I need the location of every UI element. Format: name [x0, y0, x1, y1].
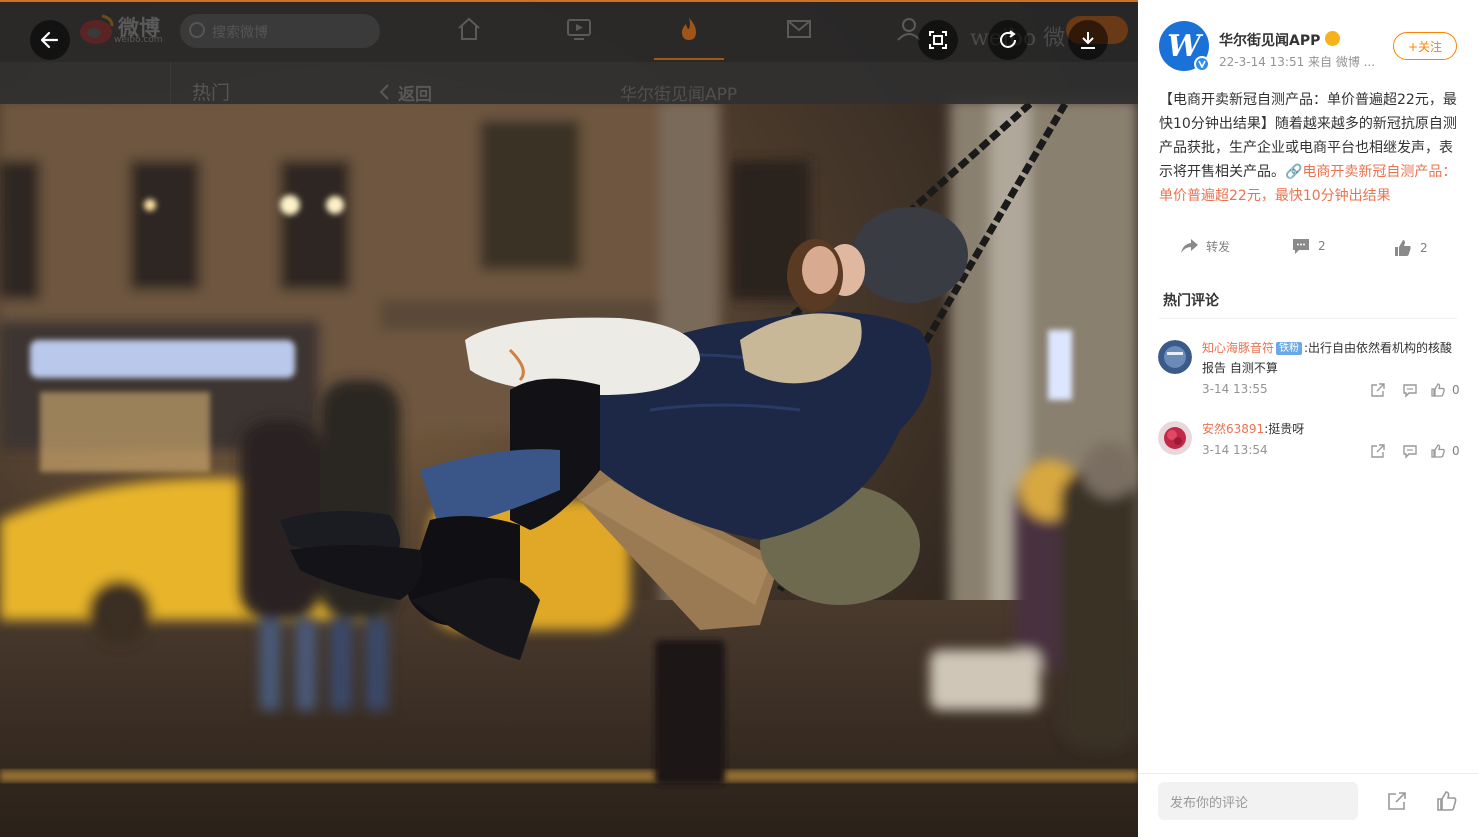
comment-count: 2: [1318, 239, 1326, 253]
background-mail-icon: [787, 20, 811, 38]
fan-badge: 铁粉: [1276, 342, 1303, 355]
repost-icon: [1181, 239, 1198, 253]
background-logo-sub: weibo.com: [114, 35, 163, 45]
share-icon[interactable]: [1386, 790, 1408, 812]
commenter-avatar[interactable]: [1158, 421, 1192, 455]
like-count: 2: [1420, 241, 1428, 255]
repost-label: 转发: [1206, 239, 1231, 254]
comment-input[interactable]: 发布你的评论: [1158, 782, 1358, 820]
background-back-chevron-icon: [379, 84, 389, 100]
follow-button[interactable]: +关注: [1393, 32, 1457, 60]
background-divider: [170, 62, 171, 104]
comment-text-block: 安然63891:挺贵呀: [1202, 419, 1458, 439]
user-name[interactable]: 华尔街见闻APP: [1219, 30, 1320, 50]
background-home-icon: [458, 17, 480, 40]
thumbs-up-icon[interactable]: [1430, 382, 1446, 398]
thumbs-up-icon[interactable]: [1430, 443, 1446, 459]
fan-emoji-icon: [1325, 31, 1340, 46]
repost-button[interactable]: 转发: [1178, 228, 1230, 264]
background-search-icon: [189, 22, 205, 38]
like-button[interactable]: 2: [1392, 230, 1428, 266]
back-arrow-icon: [40, 31, 59, 49]
comment-input-bar: 发布你的评论: [1138, 773, 1478, 837]
rotate-button[interactable]: [988, 20, 1028, 60]
post-actions: 转发 2 2: [1138, 228, 1478, 264]
hot-comments-title: 热门评论: [1163, 293, 1219, 309]
comment-button[interactable]: 2: [1290, 228, 1326, 264]
verified-badge-icon: [1194, 56, 1210, 72]
back-button[interactable]: [30, 20, 70, 60]
background-video-icon: [567, 19, 591, 40]
fullscreen-icon: [929, 31, 947, 49]
background-page-title: 华尔街见闻APP: [620, 85, 738, 105]
commenter-name[interactable]: 安然63891: [1202, 422, 1264, 436]
background-back-label: 返回: [398, 85, 432, 105]
commenter-name[interactable]: 知心海豚音符: [1202, 341, 1274, 355]
comment-time: 3-14 13:55: [1202, 382, 1268, 396]
fullscreen-button[interactable]: [918, 20, 958, 60]
post-meta: 22-3-14 13:51 来自 微博 ...: [1219, 55, 1376, 69]
post-text: 【电商开卖新冠自测产品：单价普遍超22元，最快10分钟出结果】随着越来越多的新冠…: [1159, 88, 1459, 208]
background-hot-icon: [682, 18, 696, 40]
share-icon[interactable]: [1370, 382, 1386, 398]
image-viewer: 微博 weibo.com 搜索微博 weibo 微 热门 返回: [0, 0, 1138, 837]
download-button[interactable]: [1068, 20, 1108, 60]
comment-actions: 0: [1370, 443, 1460, 459]
post-panel: W 华尔街见闻APP 22-3-14 13:51 来自 微博 ... +关注 【…: [1138, 0, 1478, 837]
comment-like-count: 0: [1452, 383, 1460, 397]
comment-text-block: 知心海豚音符 铁粉:出行自由依然看机构的核酸报告 自测不算: [1202, 338, 1458, 378]
divider: [1159, 318, 1457, 319]
comment-icon: [1293, 239, 1309, 254]
thumbs-up-icon: [1395, 240, 1411, 256]
reply-icon[interactable]: [1402, 382, 1418, 398]
commenter-avatar[interactable]: [1158, 340, 1192, 374]
link-icon: 🔗: [1285, 164, 1303, 180]
background-search-placeholder: 搜索微博: [212, 25, 268, 41]
comment-actions: 0: [1370, 382, 1460, 398]
rotate-icon: [1000, 30, 1016, 48]
photo: [0, 0, 1138, 837]
comment-like-count: 0: [1452, 444, 1460, 458]
reply-icon[interactable]: [1402, 443, 1418, 459]
comment-content: :挺贵呀: [1264, 422, 1305, 436]
background-search-box: [180, 14, 380, 48]
background-nav-active-indicator: [654, 58, 724, 60]
comment-time: 3-14 13:54: [1202, 443, 1268, 457]
download-icon: [1081, 32, 1095, 49]
thumbs-up-icon[interactable]: [1436, 790, 1458, 812]
background-hot-label: 热门: [192, 82, 231, 104]
share-icon[interactable]: [1370, 443, 1386, 459]
